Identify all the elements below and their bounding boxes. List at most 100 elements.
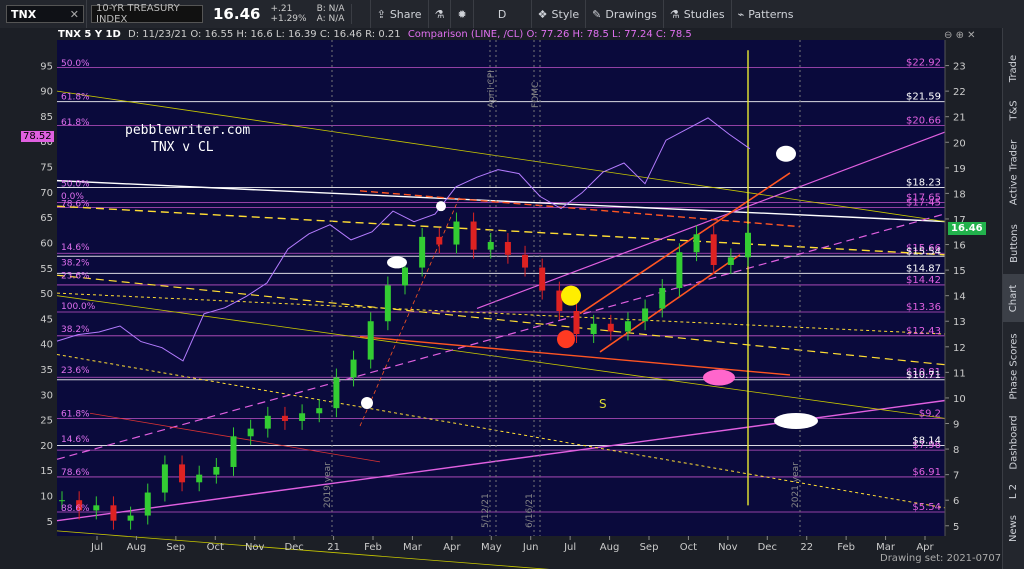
candle-body <box>710 234 717 265</box>
settings-button[interactable]: ✹ <box>451 0 474 28</box>
right-tick-label: 6 <box>953 496 959 507</box>
right-tick-label: 14 <box>953 292 966 303</box>
change-block: +.21 +1.29% <box>266 4 310 24</box>
candle-body <box>436 236 443 245</box>
period-button[interactable]: D <box>474 0 532 28</box>
drawing-set-label: Drawing set: 2021-0707 <box>880 553 1002 564</box>
candle-body <box>230 436 237 467</box>
tab-phase-scores[interactable]: Phase Scores <box>1003 324 1024 408</box>
candle-body <box>110 505 117 521</box>
event-label: 6/16/21 <box>525 493 535 528</box>
price-tag-label: $10.71 <box>906 370 941 381</box>
left-tick-label: 40 <box>40 340 53 351</box>
right-tick-label: 9 <box>953 420 959 431</box>
candle-body <box>539 267 546 291</box>
right-tick-label: 13 <box>953 317 966 328</box>
fib-level-label: 78.6% <box>61 468 90 478</box>
left-tick-label: 90 <box>40 87 53 98</box>
left-tick-label: 50 <box>40 289 53 300</box>
close-icon[interactable]: ✕ <box>70 8 79 21</box>
price-tag-label: $14.87 <box>906 263 941 274</box>
x-tick-label: Aug <box>127 542 147 553</box>
right-tick-label: 16 <box>953 241 966 252</box>
fib-level-label: 23.6% <box>61 366 90 376</box>
candle-body <box>522 254 529 268</box>
x-tick-label: Apr <box>916 542 934 553</box>
candle-body <box>161 464 168 493</box>
right-tick-label: 18 <box>953 189 966 200</box>
tab-ts[interactable]: T&S <box>1003 90 1024 130</box>
tab-dashboard[interactable]: Dashboard <box>1003 410 1024 474</box>
s-annotation: S <box>599 397 607 411</box>
studies-button[interactable]: ⚗ Studies <box>664 0 732 28</box>
tab-trade[interactable]: Trade <box>1003 48 1024 88</box>
white-dot-marker <box>361 397 373 410</box>
tab-chart[interactable]: Chart <box>1003 274 1024 322</box>
right-tick-label: 23 <box>953 62 966 73</box>
fib-level-label: 88.6% <box>61 504 90 514</box>
event-label: 5/12/21 <box>481 493 491 528</box>
x-tick-label: Jun <box>522 542 539 553</box>
event-label: April CPI <box>487 70 497 108</box>
right-tick-label: 10 <box>953 394 966 405</box>
tab-l2[interactable]: L 2 <box>1003 476 1024 506</box>
symbol-selector[interactable]: TNX ✕ <box>0 0 87 28</box>
style-button[interactable]: ❖ Style <box>532 0 587 28</box>
tab-buttons[interactable]: Buttons <box>1003 214 1024 272</box>
patterns-button[interactable]: ⌁ Patterns <box>732 0 800 28</box>
symbol-text: TNX <box>11 7 37 21</box>
price-tag-label: $9.2 <box>919 408 941 419</box>
annotation-block: pebblewriter.com TNX v CL <box>125 122 250 156</box>
fib-level-label: 61.8% <box>61 409 90 419</box>
price-chart[interactable]: 5678910111213141516171819202122235101520… <box>0 28 1002 569</box>
candle-body <box>453 221 460 245</box>
candle-body <box>213 466 220 475</box>
candle-body <box>642 308 649 322</box>
right-tick-label: 8 <box>953 445 959 456</box>
x-tick-label: Oct <box>207 542 224 553</box>
left-tick-label: 25 <box>40 416 53 427</box>
style-label: Style <box>551 7 580 21</box>
candle-body <box>247 428 254 437</box>
flask-button[interactable]: ⚗ <box>429 0 452 28</box>
fib-level-label: 14.6% <box>61 243 90 253</box>
price-tag-label: $6.91 <box>912 467 941 478</box>
collapse-icon[interactable]: ⊖ <box>944 30 952 41</box>
candle-body <box>693 234 700 253</box>
flask-icon: ⚗ <box>434 7 445 21</box>
fib-level-label: 23.6% <box>61 271 90 281</box>
drawings-button[interactable]: ✎ Drawings <box>586 0 664 28</box>
candle-body <box>659 288 666 309</box>
candle-body <box>196 474 203 483</box>
close-chart-icon[interactable]: ✕ <box>967 30 975 41</box>
left-tick-label: 55 <box>40 264 53 275</box>
pencil-icon: ✎ <box>592 7 602 21</box>
candle-body <box>487 241 494 250</box>
left-price-badge-cl: 78.52 <box>21 131 54 142</box>
candle-body <box>470 221 477 250</box>
left-tick-label: 60 <box>40 238 53 249</box>
share-icon: ⇪ <box>376 7 386 21</box>
price-tag-label: $13.36 <box>906 302 941 313</box>
chart-window-controls[interactable]: ⊖ ⊕ ✕ <box>944 30 976 41</box>
x-tick-label: 22 <box>800 542 813 553</box>
candle-body <box>504 241 511 255</box>
x-tick-label: Jul <box>90 542 103 553</box>
expand-icon[interactable]: ⊕ <box>956 30 964 41</box>
candle-body <box>127 515 134 521</box>
candle-body <box>281 415 288 421</box>
candle-body <box>384 285 391 322</box>
symbol-input[interactable]: TNX ✕ <box>6 5 84 23</box>
price-tag-label: $17.45 <box>906 197 941 208</box>
price-tag-label: $20.66 <box>906 115 941 126</box>
bid-ask-block: B: N/A A: N/A <box>311 4 352 24</box>
tab-active-trader[interactable]: Active Trader <box>1003 132 1024 212</box>
candle-body <box>350 359 357 378</box>
tab-news[interactable]: News <box>1003 508 1024 548</box>
candle-body <box>316 408 323 414</box>
header-symbol: TNX 5 Y 1D <box>58 29 121 40</box>
yellow-circle-marker <box>561 285 581 306</box>
price-tag-label: $14.42 <box>906 275 941 286</box>
share-button[interactable]: ⇪ Share <box>369 0 429 28</box>
price-tag-label: $12.43 <box>906 326 941 337</box>
